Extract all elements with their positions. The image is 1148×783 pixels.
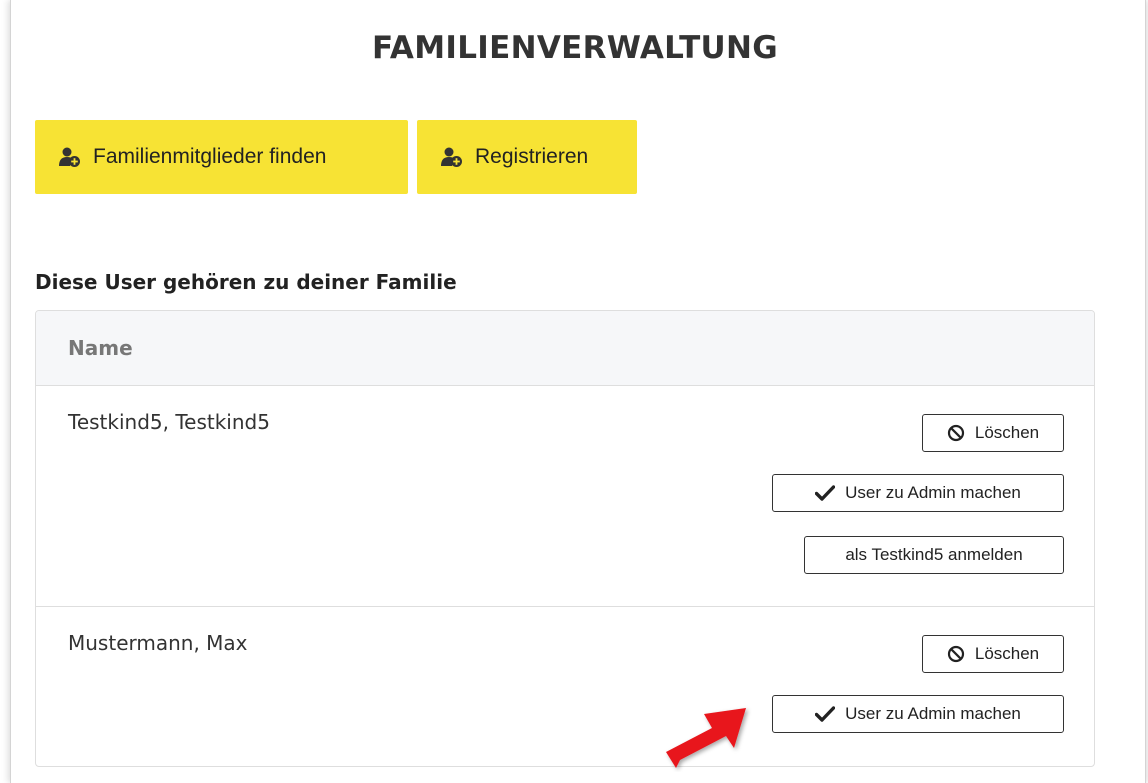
member-name: Mustermann, Max bbox=[68, 631, 248, 655]
ban-icon bbox=[947, 645, 964, 663]
delete-button[interactable]: Löschen bbox=[922, 414, 1064, 452]
make-admin-label: User zu Admin machen bbox=[845, 483, 1021, 502]
check-icon bbox=[815, 485, 836, 501]
add-user-icon bbox=[59, 147, 80, 167]
family-management-panel: FAMILIENVERWALTUNG Familienmitglieder fi… bbox=[10, 0, 1146, 783]
delete-label: Löschen bbox=[974, 423, 1040, 442]
annotation-arrow-icon bbox=[666, 708, 746, 768]
family-members-heading: Diese User gehören zu deiner Familie bbox=[35, 270, 457, 294]
find-family-members-button[interactable]: Familienmitglieder finden bbox=[35, 120, 408, 194]
column-header-name: Name bbox=[68, 336, 133, 360]
register-button[interactable]: Registrieren bbox=[417, 120, 637, 194]
add-user-icon bbox=[441, 147, 462, 167]
member-name: Testkind5, Testkind5 bbox=[68, 410, 270, 434]
family-members-table: Name Testkind5, Testkind5 Löschen User z… bbox=[35, 310, 1095, 767]
table-row: Testkind5, Testkind5 Löschen User zu Adm… bbox=[36, 386, 1094, 607]
table-row: Mustermann, Max Löschen User zu Admin ma… bbox=[36, 607, 1094, 766]
register-label: Registrieren bbox=[475, 145, 589, 168]
make-admin-label: User zu Admin machen bbox=[845, 704, 1021, 723]
page-title: FAMILIENVERWALTUNG bbox=[372, 30, 778, 66]
delete-button[interactable]: Löschen bbox=[922, 635, 1064, 673]
login-as-button[interactable]: als Testkind5 anmelden bbox=[804, 536, 1064, 574]
delete-label: Löschen bbox=[974, 644, 1040, 663]
make-admin-button[interactable]: User zu Admin machen bbox=[772, 695, 1064, 733]
login-as-label: als Testkind5 anmelden bbox=[845, 545, 1023, 564]
table-header: Name bbox=[36, 311, 1094, 386]
ban-icon bbox=[947, 424, 964, 442]
make-admin-button[interactable]: User zu Admin machen bbox=[772, 474, 1064, 512]
check-icon bbox=[815, 706, 836, 722]
find-family-members-label: Familienmitglieder finden bbox=[93, 145, 327, 168]
